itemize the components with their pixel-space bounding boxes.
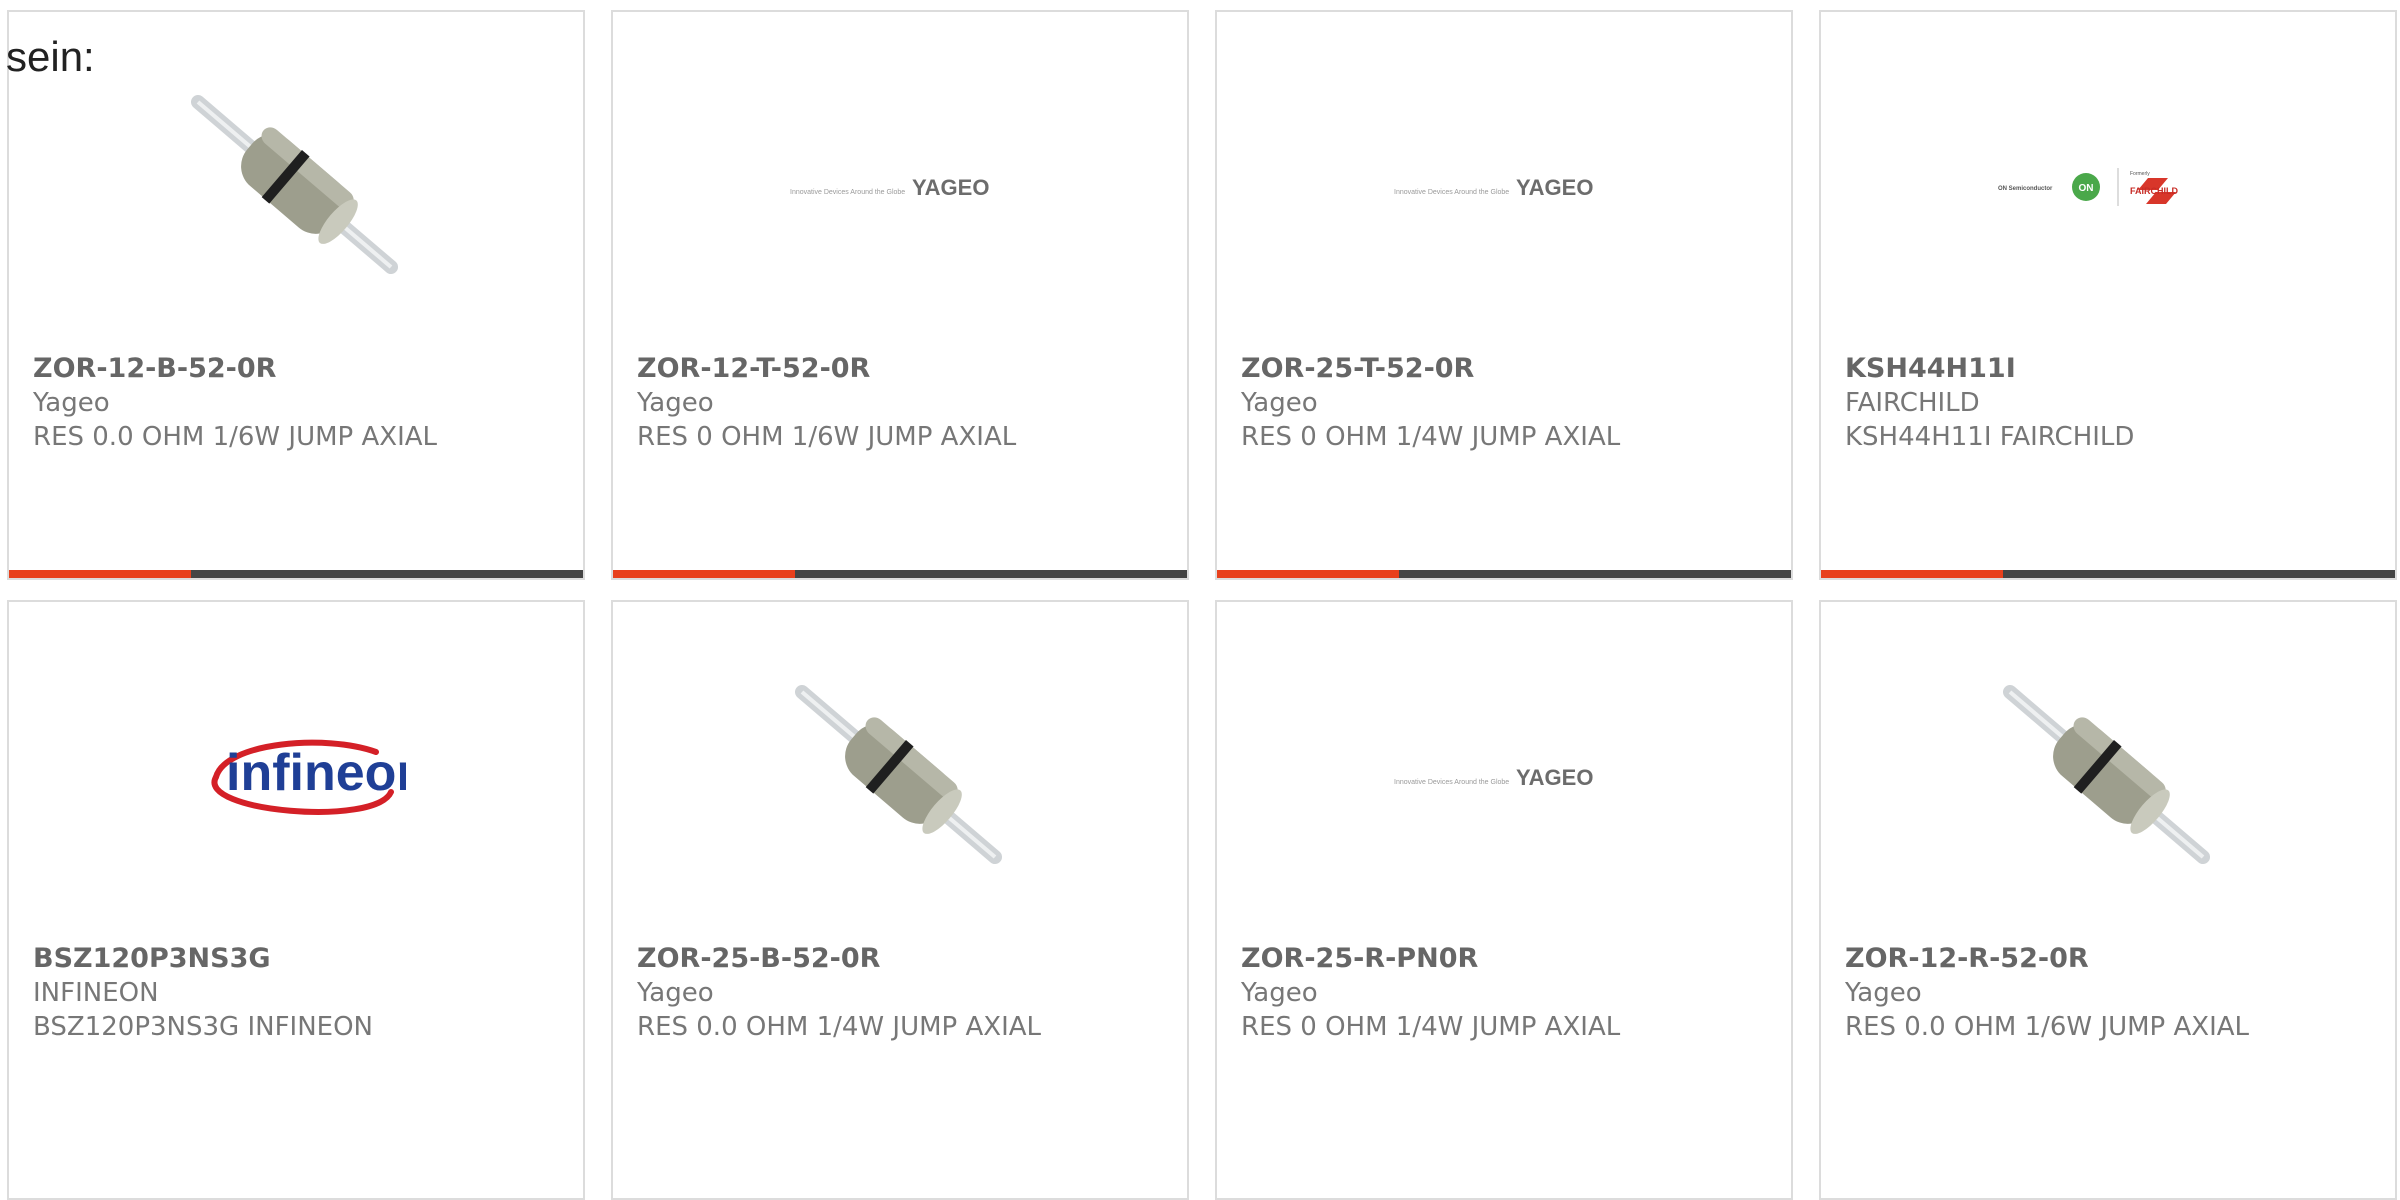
card-footer-bar [1217, 570, 1791, 578]
product-image[interactable]: infineon [9, 672, 583, 882]
card-footer-bar [1821, 570, 2395, 578]
yageo-logo-icon: Innovative Devices Around the Globe YAGE… [790, 175, 989, 200]
product-grid: ZOR-12-B-52-0R Yageo RES 0.0 OHM 1/6W JU… [0, 0, 2400, 1200]
accent-bar [1217, 570, 1399, 578]
product-image[interactable] [9, 82, 583, 292]
part-number[interactable]: ZOR-12-R-52-0R [1845, 942, 2371, 976]
svg-text:Innovative Devices Around the: Innovative Devices Around the Globe [1394, 189, 1509, 196]
description: RES 0.0 OHM 1/6W JUMP AXIAL [33, 422, 438, 452]
resistor-icon [795, 685, 1002, 864]
manufacturer: Yageo [637, 978, 714, 1008]
svg-text:infineon: infineon [226, 744, 406, 802]
product-image[interactable] [1821, 672, 2395, 882]
description: RES 0 OHM 1/4W JUMP AXIAL [1241, 422, 1621, 452]
svg-text:YAGEO: YAGEO [1516, 765, 1593, 790]
svg-text:Formerly: Formerly [2130, 171, 2150, 177]
part-number[interactable]: BSZ120P3NS3G [33, 942, 559, 976]
part-number[interactable]: ZOR-25-B-52-0R [637, 942, 1163, 976]
yageo-logo-icon: Innovative Devices Around the Globe YAGE… [1394, 175, 1593, 200]
description: RES 0 OHM 1/4W JUMP AXIAL [1241, 1012, 1621, 1042]
product-card[interactable]: ZOR-12-B-52-0R Yageo RES 0.0 OHM 1/6W JU… [7, 10, 585, 580]
description: RES 0.0 OHM 1/6W JUMP AXIAL [1845, 1012, 2250, 1042]
description: RES 0.0 OHM 1/4W JUMP AXIAL [637, 1012, 1042, 1042]
product-image[interactable]: Innovative Devices Around the Globe YAGE… [613, 82, 1187, 292]
manufacturer: INFINEON [33, 978, 159, 1008]
part-number[interactable]: ZOR-25-T-52-0R [1241, 352, 1767, 386]
svg-text:Innovative Devices Around the: Innovative Devices Around the Globe [1394, 779, 1509, 786]
product-card[interactable]: infineon BSZ120P3NS3G INFINEON BSZ120P3N… [7, 600, 585, 1200]
svg-text:ON Semiconductor: ON Semiconductor [1998, 186, 2053, 192]
manufacturer: Yageo [637, 388, 714, 418]
description: BSZ120P3NS3G INFINEON [33, 1012, 373, 1042]
manufacturer: Yageo [33, 388, 110, 418]
product-image[interactable]: Innovative Devices Around the Globe YAGE… [1217, 82, 1791, 292]
svg-text:YAGEO: YAGEO [912, 175, 989, 200]
yageo-logo-icon: Innovative Devices Around the Globe YAGE… [1394, 765, 1593, 790]
accent-bar [613, 570, 795, 578]
part-number[interactable]: ZOR-25-R-PN0R [1241, 942, 1767, 976]
part-number[interactable]: KSH44H11I [1845, 352, 2371, 386]
part-number[interactable]: ZOR-12-B-52-0R [33, 352, 559, 386]
product-card[interactable]: ZOR-12-R-52-0R Yageo RES 0.0 OHM 1/6W JU… [1819, 600, 2397, 1200]
manufacturer: Yageo [1241, 978, 1318, 1008]
manufacturer: Yageo [1845, 978, 1922, 1008]
accent-bar [1821, 570, 2003, 578]
manufacturer: FAIRCHILD [1845, 388, 1980, 418]
product-image[interactable]: Innovative Devices Around the Globe YAGE… [1217, 672, 1791, 882]
description: KSH44H11I FAIRCHILD [1845, 422, 2135, 452]
svg-text:FAIRCHILD: FAIRCHILD [2130, 186, 2178, 196]
product-card[interactable]: Innovative Devices Around the Globe YAGE… [1215, 600, 1793, 1200]
svg-text:YAGEO: YAGEO [1516, 175, 1593, 200]
product-card[interactable]: ZOR-25-B-52-0R Yageo RES 0.0 OHM 1/4W JU… [611, 600, 1189, 1200]
card-footer-bar [613, 570, 1187, 578]
resistor-icon [2003, 685, 2210, 864]
fairchild-logo-icon: ON Semiconductor ON Formerly FAIRCHILD [1998, 168, 2178, 206]
manufacturer: Yageo [1241, 388, 1318, 418]
product-image[interactable]: ON Semiconductor ON Formerly FAIRCHILD [1821, 82, 2395, 292]
part-number[interactable]: ZOR-12-T-52-0R [637, 352, 1163, 386]
infineon-logo-icon: infineon [211, 739, 406, 815]
description: RES 0 OHM 1/6W JUMP AXIAL [637, 422, 1017, 452]
resistor-icon [191, 95, 398, 274]
product-card[interactable]: Innovative Devices Around the Globe YAGE… [1215, 10, 1793, 580]
svg-text:ON: ON [2079, 183, 2094, 194]
product-image[interactable] [613, 672, 1187, 882]
product-card[interactable]: ON Semiconductor ON Formerly FAIRCHILD K… [1819, 10, 2397, 580]
lead-text: sein: [6, 33, 95, 80]
accent-bar [9, 570, 191, 578]
product-card[interactable]: Innovative Devices Around the Globe YAGE… [611, 10, 1189, 580]
svg-text:Innovative Devices Around the: Innovative Devices Around the Globe [790, 189, 905, 196]
card-footer-bar [9, 570, 583, 578]
